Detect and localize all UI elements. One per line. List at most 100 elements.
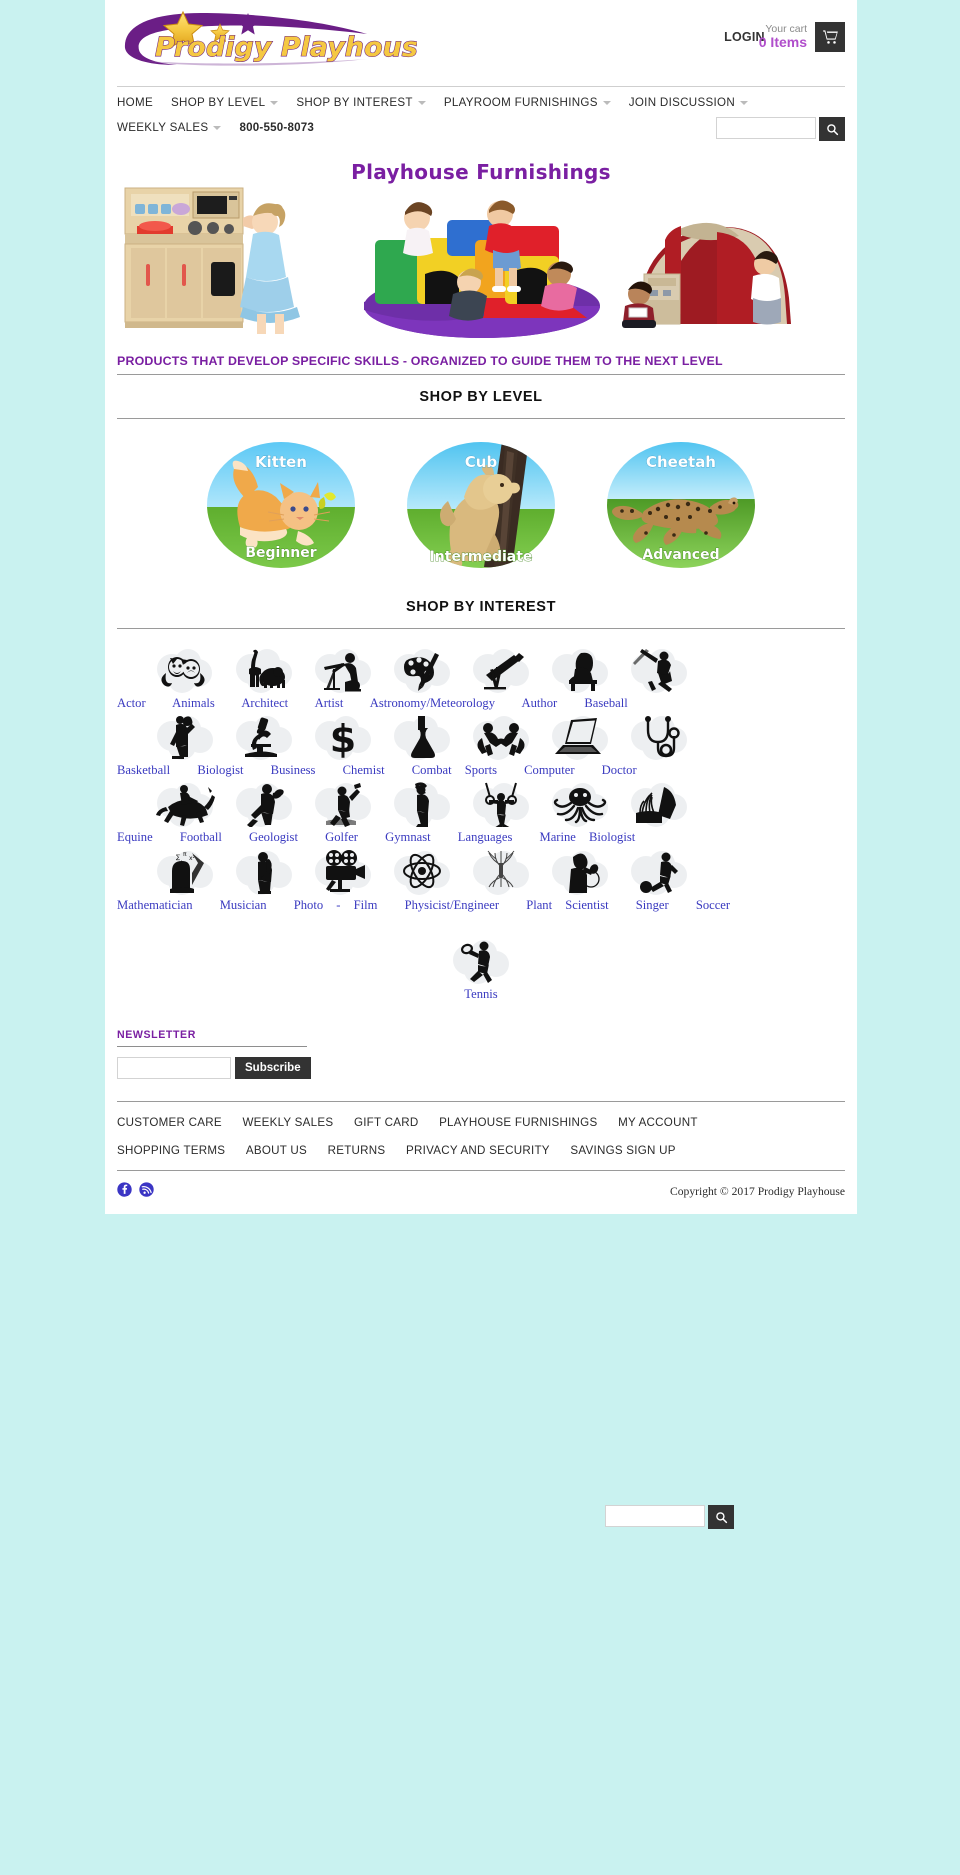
interest-item-plant-scientist[interactable] <box>461 849 540 895</box>
interest-item-biologist[interactable] <box>224 714 303 761</box>
interest-label-gymnast[interactable]: Gymnast <box>385 830 430 844</box>
subscribe-button[interactable]: Subscribe <box>235 1057 311 1080</box>
interest-label-geologist[interactable]: Geologist <box>249 830 298 844</box>
footer-link-savings-sign-up[interactable]: SAVINGS SIGN UP <box>570 1144 675 1157</box>
interest-item-author[interactable] <box>540 647 619 693</box>
interest-item-combat-sports[interactable] <box>461 714 540 761</box>
nav-item-join-discussion[interactable]: JOIN DISCUSSION <box>629 96 749 109</box>
interest-label-animals[interactable]: Animals <box>172 696 215 710</box>
search-input[interactable] <box>716 117 816 139</box>
nav-item-shop-by-interest[interactable]: SHOP BY INTEREST <box>296 96 426 109</box>
footer-link-returns[interactable]: RETURNS <box>328 1144 386 1157</box>
interest-item-baseball[interactable] <box>619 647 698 693</box>
hero-banner[interactable]: Playhouse Furnishings <box>117 150 845 346</box>
interest-label-combat-sports[interactable]: Combat Sports <box>412 763 497 777</box>
interest-item-chemist[interactable] <box>382 714 461 761</box>
interest-label-biologist[interactable]: Biologist <box>197 763 243 777</box>
level-item-cheetah[interactable]: Cheetah Advanced <box>606 441 756 569</box>
interest-label-business[interactable]: Business <box>271 763 316 777</box>
interest-item-mathematician[interactable]: ∑ π x² √ <box>145 849 224 895</box>
interest-label-musician[interactable]: Musician <box>220 898 267 912</box>
facebook-link[interactable] <box>117 1182 132 1200</box>
interest-label-chemist[interactable]: Chemist <box>343 763 385 777</box>
nav-item-home[interactable]: HOME <box>117 96 153 109</box>
interest-label-photo-film[interactable]: Photo - Film <box>294 898 378 912</box>
interest-item-football[interactable] <box>224 781 303 828</box>
rss-link[interactable] <box>139 1182 154 1200</box>
interest-item-tennis[interactable] <box>442 938 521 984</box>
basketball-player-icon <box>156 716 213 761</box>
bottom-search-input[interactable] <box>605 1505 705 1527</box>
site-logo[interactable]: Prodigy Playhouse <box>117 4 417 72</box>
interest-label-row: Mathematician Musician Photo - Film Phys… <box>117 898 845 912</box>
footer-link-privacy-and-security[interactable]: PRIVACY AND SECURITY <box>406 1144 550 1157</box>
interest-item-gymnast[interactable] <box>461 781 540 828</box>
interest-label-marine-biologist[interactable]: Marine Biologist <box>540 830 636 844</box>
footer-link-shopping-terms[interactable]: SHOPPING TERMS <box>117 1144 225 1157</box>
interest-item-singer[interactable] <box>540 849 619 895</box>
interest-label-singer[interactable]: Singer <box>636 898 669 912</box>
interest-item-astronomy[interactable] <box>461 647 540 693</box>
interest-icon-row: ∑ π x² √ <box>117 849 845 895</box>
level-item-kitten[interactable]: Kitten Beginner <box>206 441 356 569</box>
interest-label-author[interactable]: Author <box>522 696 558 710</box>
interest-item-photo-film[interactable] <box>303 849 382 895</box>
interest-label-basketball[interactable]: Basketball <box>117 763 170 777</box>
interest-label-architect[interactable]: Architect <box>241 696 288 710</box>
nav-item-weekly-sales[interactable]: WEEKLY SALES <box>117 121 222 134</box>
interest-item-architect[interactable] <box>303 647 382 693</box>
interest-item-physicist[interactable] <box>382 849 461 895</box>
interest-item-equine[interactable] <box>145 781 224 828</box>
nav-item-playroom-furnishings[interactable]: PLAYROOM FURNISHINGS <box>444 96 611 109</box>
interest-label-artist[interactable]: Artist <box>315 696 344 710</box>
interest-label-equine[interactable]: Equine <box>117 830 153 844</box>
interest-item-artist[interactable] <box>382 647 461 693</box>
footer-link-gift-card[interactable]: GIFT CARD <box>354 1116 419 1129</box>
level-tier-label: Advanced <box>642 547 719 563</box>
interest-label-mathematician[interactable]: Mathematician <box>117 898 193 912</box>
interest-item-languages[interactable] <box>540 781 619 828</box>
footer-bottom: Copyright © 2017 Prodigy Playhouse <box>117 1170 845 1214</box>
interest-item-marine-biologist[interactable] <box>619 781 698 828</box>
interest-label-tennis[interactable]: Tennis <box>464 987 497 1001</box>
interest-item-golfer[interactable] <box>382 781 461 828</box>
footer-link-customer-care[interactable]: CUSTOMER CARE <box>117 1116 222 1129</box>
interest-item-doctor[interactable] <box>619 714 698 761</box>
interest-item-business[interactable]: $ <box>303 714 382 761</box>
interest-item-geologist[interactable] <box>303 781 382 828</box>
interest-label-doctor[interactable]: Doctor <box>602 763 637 777</box>
interest-label-football[interactable]: Football <box>180 830 222 844</box>
shopping-cart-icon <box>822 30 838 44</box>
chevron-down-icon <box>213 125 222 130</box>
interest-label-computer[interactable]: Computer <box>524 763 574 777</box>
interest-label-soccer[interactable]: Soccer <box>696 898 730 912</box>
interest-item-musician[interactable] <box>224 849 303 895</box>
shop-by-interest-list: Actor Animals Architect Artist Astronomy… <box>117 629 845 1013</box>
interest-item-actor[interactable] <box>145 647 224 693</box>
footer-link-weekly-sales[interactable]: WEEKLY SALES <box>242 1116 333 1129</box>
interest-item-basketball[interactable] <box>145 714 224 761</box>
search-button[interactable] <box>819 117 845 141</box>
football-player-icon <box>235 783 292 828</box>
interest-label-physicist-engineer[interactable]: Physicist/Engineer <box>405 898 499 912</box>
bottom-search-button[interactable] <box>708 1505 734 1529</box>
interest-label-languages[interactable]: Languages <box>458 830 513 844</box>
interest-label-plant-scientist[interactable]: Plant Scientist <box>526 898 608 912</box>
interest-label-golfer[interactable]: Golfer <box>325 830 358 844</box>
interest-item-soccer[interactable] <box>619 849 698 895</box>
nav-item-shop-by-level[interactable]: SHOP BY LEVEL <box>171 96 279 109</box>
footer-link-about-us[interactable]: ABOUT US <box>246 1144 307 1157</box>
interest-label-astronomy[interactable]: Astronomy/Meteorology <box>370 696 495 710</box>
cart-button[interactable] <box>815 22 845 52</box>
footer-link-my-account[interactable]: MY ACCOUNT <box>618 1116 698 1129</box>
interest-item-computer[interactable] <box>540 714 619 761</box>
footer-link-playhouse-furnishings[interactable]: PLAYHOUSE FURNISHINGS <box>439 1116 597 1129</box>
interest-label-actor[interactable]: Actor <box>117 696 146 710</box>
cart-summary[interactable]: Your cart 0 Items <box>759 24 807 50</box>
level-item-cub[interactable]: Cub Intermediate <box>406 441 556 569</box>
newsletter-email-input[interactable] <box>117 1057 231 1080</box>
search-icon <box>826 123 838 135</box>
interest-item-animals[interactable] <box>224 647 303 693</box>
interest-label-baseball[interactable]: Baseball <box>584 696 627 710</box>
banner-images <box>124 187 791 340</box>
